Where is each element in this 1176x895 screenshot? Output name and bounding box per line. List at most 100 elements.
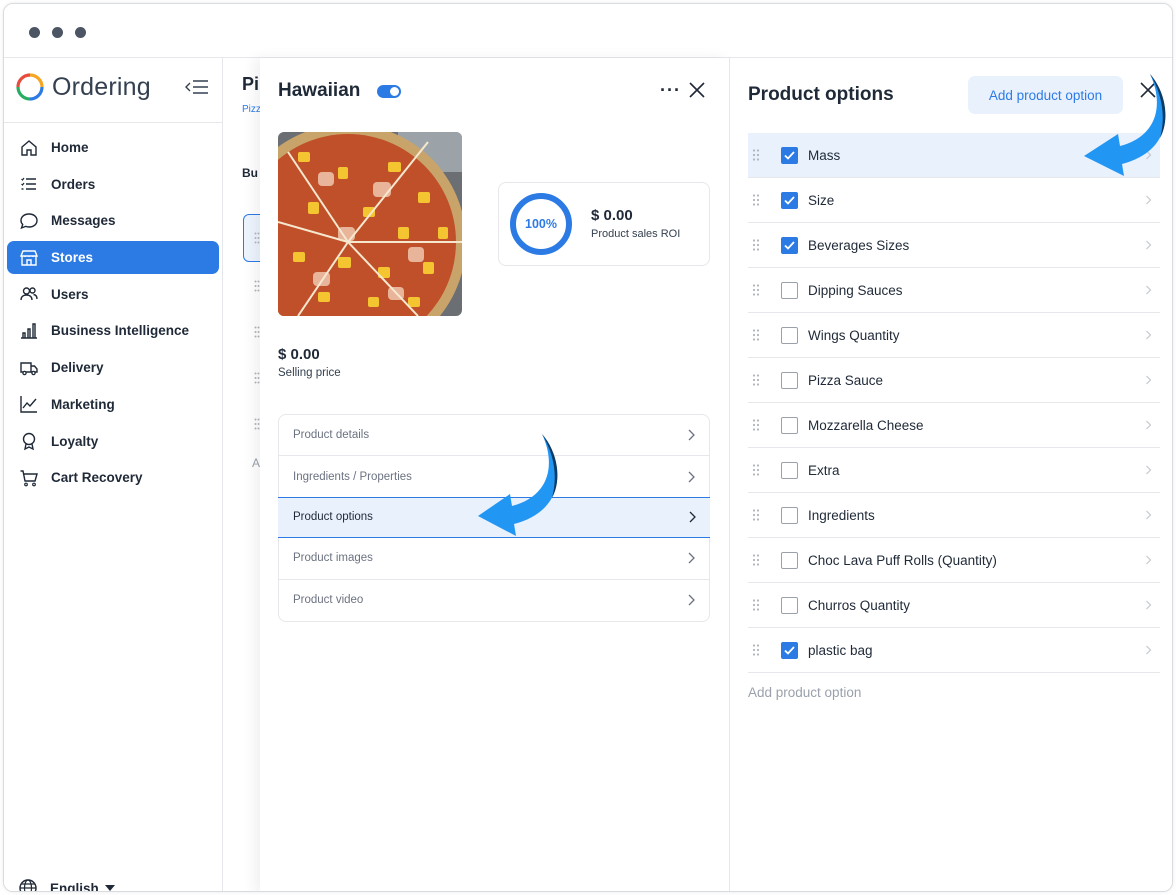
sidebar-item-orders[interactable]: Orders [7,168,219,201]
drag-handle-icon[interactable] [752,329,760,341]
product-enabled-toggle[interactable] [377,85,401,98]
drag-handle-icon[interactable] [752,419,760,431]
close-icon[interactable] [1138,80,1158,100]
drag-handle-icon[interactable] [752,284,760,296]
option-checkbox[interactable] [781,192,798,209]
sidebar-item-business-intelligence[interactable]: Business Intelligence [7,314,219,347]
product-options-panel: Product options Add product option Mass S… [730,58,1172,891]
option-row[interactable]: Choc Lava Puff Rolls (Quantity) [748,538,1160,583]
background-tab-label: Bu [242,166,258,180]
menu-item-product-images[interactable]: Product images [279,538,709,580]
sidebar-nav: Home Orders Messages Stores Users Busine… [7,131,219,498]
drag-handle-icon[interactable] [752,149,760,161]
menu-item-label: Product images [293,552,373,565]
collapse-sidebar-icon[interactable] [184,76,210,98]
option-checkbox[interactable] [781,282,798,299]
drag-handle-icon[interactable] [752,554,760,566]
option-row[interactable]: Churros Quantity [748,583,1160,628]
option-checkbox[interactable] [781,417,798,434]
product-image [278,132,462,316]
drag-handle-icon[interactable] [752,464,760,476]
add-product-option-link[interactable]: Add product option [748,685,861,700]
option-label: Mozzarella Cheese [808,417,924,433]
menu-item-product-details[interactable]: Product details [279,415,709,457]
sidebar-item-label: Delivery [51,360,104,376]
chevron-right-icon [688,429,695,441]
option-checkbox[interactable] [781,147,798,164]
option-label: Mass [808,147,841,163]
sidebar-item-delivery[interactable]: Delivery [7,351,219,384]
option-row[interactable]: Extra [748,448,1160,493]
chevron-right-icon [1146,600,1152,610]
chevron-right-icon [1146,555,1152,565]
bar-chart-icon [21,323,37,339]
menu-item-product-options[interactable]: Product options [278,496,710,539]
option-checkbox[interactable] [781,372,798,389]
option-label: plastic bag [808,642,873,658]
sidebar-item-label: Cart Recovery [51,470,143,486]
option-checkbox[interactable] [781,642,798,659]
drag-handle-icon[interactable] [752,239,760,251]
option-checkbox[interactable] [781,237,798,254]
sidebar-item-messages[interactable]: Messages [7,204,219,237]
product-name: Hawaiian [278,80,361,101]
drag-handle-icon[interactable] [752,509,760,521]
option-row[interactable]: plastic bag [748,628,1160,673]
chat-icon [20,213,38,230]
option-row[interactable]: Beverages Sizes [748,223,1160,268]
window-titlebar [4,4,1172,58]
option-checkbox[interactable] [781,552,798,569]
option-checkbox[interactable] [781,507,798,524]
option-row[interactable]: Pizza Sauce [748,358,1160,403]
add-product-option-button[interactable]: Add product option [968,76,1123,114]
background-page-title: Pi [242,74,260,94]
sidebar-item-users[interactable]: Users [7,278,219,311]
options-list: Mass Size Beverages Sizes Dipping Sauces Win… [748,133,1160,673]
sidebar-item-marketing[interactable]: Marketing [7,388,219,421]
list-icon [21,177,36,190]
chevron-right-icon [1146,150,1152,160]
drag-handle-icon[interactable] [752,644,760,656]
sidebar-item-cart-recovery[interactable]: Cart Recovery [7,461,219,494]
close-icon[interactable] [687,80,707,100]
home-icon [21,139,37,156]
language-selector[interactable]: English [18,878,127,892]
option-row[interactable]: Dipping Sauces [748,268,1160,313]
option-row[interactable]: Mozzarella Cheese [748,403,1160,448]
globe-icon [19,879,37,891]
background-text: A [252,456,261,470]
sidebar: Ordering Home Orders Messages Stores Use… [4,58,223,892]
logo-text: Ordering [52,72,151,101]
menu-item-ingredients-properties[interactable]: Ingredients / Properties [279,456,709,498]
option-checkbox[interactable] [781,597,798,614]
option-row[interactable]: Mass [748,133,1160,178]
pizza-image [278,132,462,316]
logo[interactable]: Ordering [16,70,151,104]
sidebar-item-label: Orders [51,176,96,192]
option-label: Ingredients [808,507,875,523]
divider [4,122,223,123]
option-row[interactable]: Ingredients [748,493,1160,538]
more-options-icon[interactable]: ··· [660,80,681,101]
option-checkbox[interactable] [781,327,798,344]
drag-handle-icon[interactable] [752,599,760,611]
chevron-right-icon [1146,240,1152,250]
check-icon [784,196,795,205]
option-row[interactable]: Wings Quantity [748,313,1160,358]
panel-title: Product options [748,84,894,105]
product-menu: Product details Ingredients / Properties… [278,414,710,622]
sidebar-item-stores[interactable]: Stores [7,241,219,275]
sidebar-item-label: Home [51,140,89,155]
menu-item-product-video[interactable]: Product video [279,580,709,621]
drag-handle-icon[interactable] [752,374,760,386]
sidebar-item-loyalty[interactable]: Loyalty [7,425,219,458]
drag-handle-icon[interactable] [752,194,760,206]
language-label: English [50,880,99,892]
option-label: Pizza Sauce [808,372,884,388]
option-checkbox[interactable] [781,462,798,479]
sidebar-item-home[interactable]: Home [7,131,219,164]
menu-item-label: Product options [293,511,373,524]
option-row[interactable]: Size [748,178,1160,223]
chevron-right-icon [1146,375,1152,385]
background-breadcrumb[interactable]: Pizz [242,104,261,115]
